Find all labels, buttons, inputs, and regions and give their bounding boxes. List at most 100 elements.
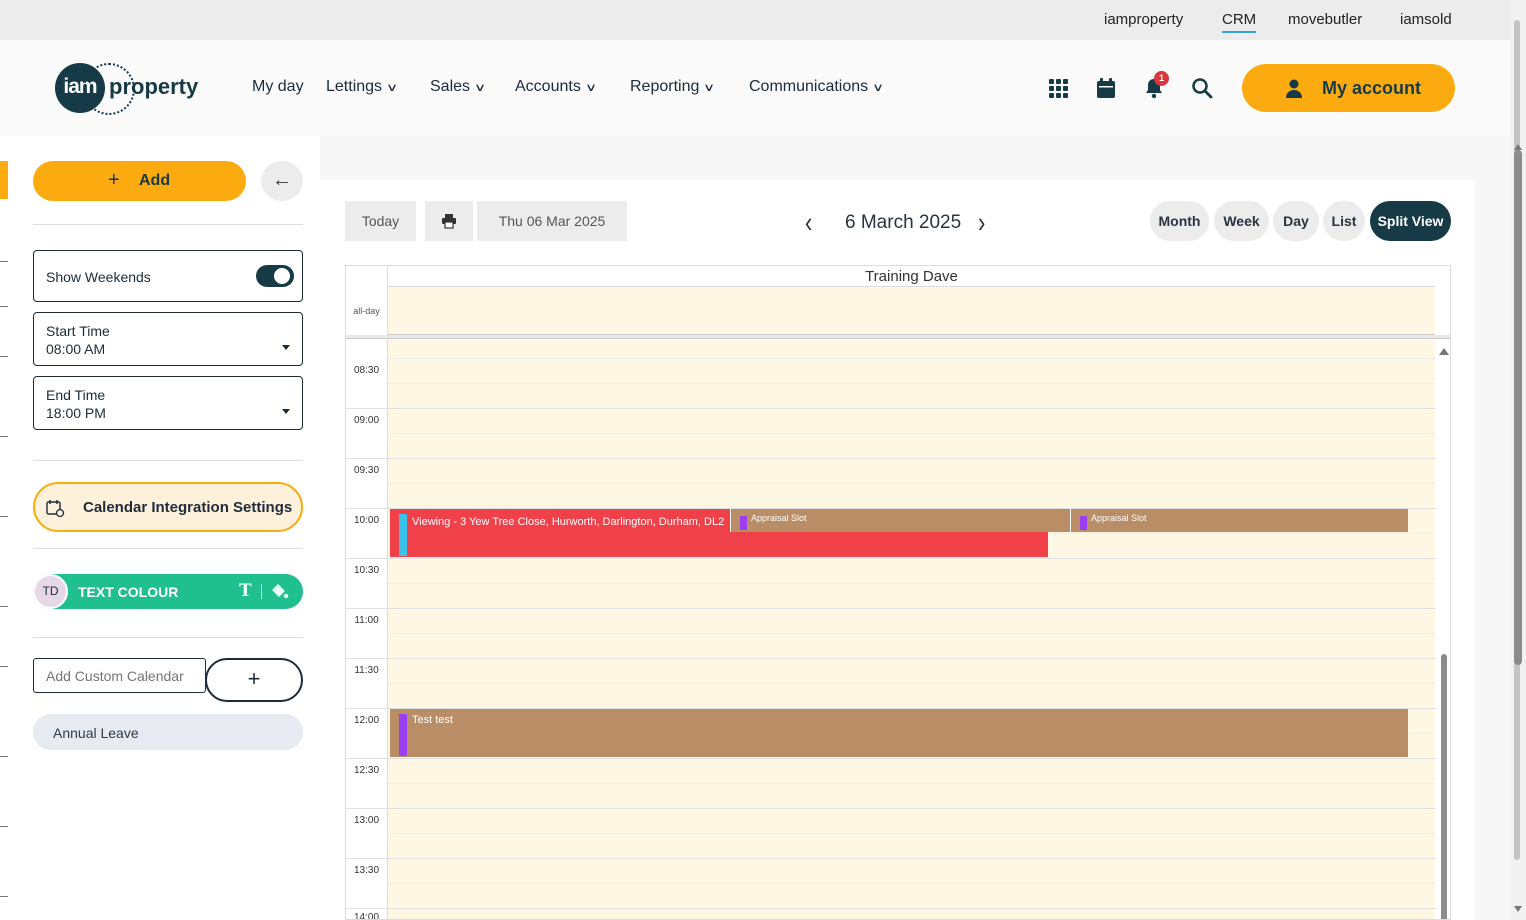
view-week-button[interactable]: Week xyxy=(1214,201,1269,241)
nav-lettings[interactable]: Lettings ∨ xyxy=(326,78,399,96)
page-scrollbar-thumb[interactable] xyxy=(1514,150,1522,665)
chevron-down-icon: ∨ xyxy=(584,82,597,94)
logo[interactable]: iam property xyxy=(55,63,205,115)
scroll-down-icon[interactable] xyxy=(1514,906,1522,912)
all-day-row[interactable] xyxy=(387,287,1435,335)
view-split-button[interactable]: Split View xyxy=(1370,201,1451,241)
annual-leave-chip[interactable]: Annual Leave xyxy=(33,714,303,750)
view-list-button[interactable]: List xyxy=(1323,201,1365,241)
paint-bucket-icon[interactable] xyxy=(269,582,289,600)
text-color-icon[interactable]: T xyxy=(239,581,252,601)
nav-lettings-label: Lettings xyxy=(326,78,383,95)
calendar-integration-button[interactable]: Calendar Integration Settings xyxy=(33,482,303,532)
user-calendar-chip[interactable]: TD TEXT COLOUR T xyxy=(33,574,303,609)
slot-line xyxy=(346,908,1450,909)
view-day-button[interactable]: Day xyxy=(1273,201,1319,241)
date-picker-field[interactable]: Thu 06 Mar 2025 xyxy=(477,201,627,241)
start-time-label: Start Time xyxy=(46,323,110,339)
prev-arrow-icon[interactable]: ‹ xyxy=(805,206,812,240)
slot-line xyxy=(387,683,1435,684)
back-arrow-button[interactable]: ← xyxy=(261,161,303,201)
nav-my-day[interactable]: My day xyxy=(252,78,304,96)
time-label: 12:00 xyxy=(353,715,380,726)
today-button[interactable]: Today xyxy=(345,201,416,241)
print-button[interactable] xyxy=(425,201,473,241)
link-movebutler[interactable]: movebutler xyxy=(1288,11,1362,28)
chevron-down-icon: ∨ xyxy=(386,82,399,94)
calendar-scrollbar-thumb[interactable] xyxy=(1441,654,1447,919)
main-header: iam property My day Lettings ∨ Sales ∨ Acc… xyxy=(0,40,1510,136)
view-month-button[interactable]: Month xyxy=(1150,201,1209,241)
start-time-select[interactable]: Start Time 08:00 AM xyxy=(33,312,303,366)
slot-line xyxy=(346,658,1450,659)
edge-line xyxy=(0,826,8,827)
end-time-select[interactable]: End Time 18:00 PM xyxy=(33,376,303,430)
divider xyxy=(33,224,303,225)
add-button-label: Add xyxy=(139,172,171,189)
divider xyxy=(33,460,303,461)
apps-grid-icon[interactable] xyxy=(1046,76,1070,100)
calendar-scrollbar[interactable] xyxy=(1436,340,1450,919)
calendar-integration-label: Calendar Integration Settings xyxy=(83,499,293,516)
time-label: 10:00 xyxy=(353,515,380,526)
event-test[interactable]: Test test xyxy=(390,709,1408,757)
search-icon[interactable] xyxy=(1190,76,1214,100)
slot-line xyxy=(346,408,1450,409)
edge-line xyxy=(0,606,8,607)
show-weekends-box: Show Weekends xyxy=(33,250,303,302)
show-weekends-toggle[interactable] xyxy=(256,265,294,287)
link-iamsold[interactable]: iamsold xyxy=(1400,11,1452,28)
divider xyxy=(33,548,303,549)
edge-line xyxy=(0,436,8,437)
event-appraisal-slot[interactable]: Appraisal Slot xyxy=(1070,509,1408,532)
add-custom-calendar-button[interactable]: + xyxy=(205,658,303,702)
event-color-bar xyxy=(399,514,407,556)
event-color-bar xyxy=(1080,516,1087,530)
event-color-bar xyxy=(399,714,407,756)
avatar: TD xyxy=(33,574,68,609)
event-title: Appraisal Slot xyxy=(1091,513,1147,523)
add-button[interactable]: + Add xyxy=(33,161,246,201)
time-label: 09:30 xyxy=(353,465,380,476)
slot-line xyxy=(387,583,1435,584)
nav-reporting[interactable]: Reporting ∨ xyxy=(630,78,716,96)
event-appraisal-slot[interactable]: Appraisal Slot xyxy=(730,509,1070,532)
link-crm[interactable]: CRM xyxy=(1222,11,1257,33)
edge-line xyxy=(0,356,8,357)
slot-line xyxy=(387,783,1435,784)
time-label: 10:30 xyxy=(353,565,380,576)
annual-leave-label: Annual Leave xyxy=(53,725,139,741)
resource-column-header: Training Dave xyxy=(387,266,1435,287)
user-icon xyxy=(1286,79,1302,98)
calendar-clock-icon xyxy=(46,500,65,518)
nav-accounts[interactable]: Accounts ∨ xyxy=(515,78,597,96)
page-scrollbar[interactable] xyxy=(1510,0,1526,920)
calendar-sidebar: + Add ← Show Weekends Start Time 08:00 A… xyxy=(8,136,320,920)
nav-communications[interactable]: Communications ∨ xyxy=(749,78,884,96)
nav-communications-label: Communications xyxy=(749,78,869,95)
event-title: Appraisal Slot xyxy=(751,513,807,523)
next-arrow-icon[interactable]: › xyxy=(978,206,985,240)
my-account-button[interactable]: My account xyxy=(1242,64,1455,112)
event-color-bar xyxy=(740,516,747,530)
edge-line xyxy=(0,896,8,897)
notification-badge: 1 xyxy=(1154,71,1169,86)
time-label: 08:30 xyxy=(353,365,380,376)
edge-line xyxy=(0,261,8,262)
arrow-left-icon: ← xyxy=(272,169,292,191)
collapsed-panel-edge xyxy=(0,136,8,920)
time-label: 14:00 xyxy=(353,912,380,920)
calendar-icon[interactable] xyxy=(1094,76,1118,100)
event-title: Test test xyxy=(412,714,453,726)
toggle-knob xyxy=(274,268,290,284)
nav-sales[interactable]: Sales ∨ xyxy=(430,78,486,96)
link-iamproperty[interactable]: iamproperty xyxy=(1104,11,1183,28)
time-label: 13:30 xyxy=(353,865,380,876)
slot-line xyxy=(387,383,1435,384)
slot-line xyxy=(346,858,1450,859)
calendar-date-title: 6 March 2025 xyxy=(845,212,962,233)
caret-down-icon xyxy=(282,409,290,414)
scroll-up-icon[interactable] xyxy=(1439,348,1449,355)
custom-calendar-input[interactable] xyxy=(33,658,206,693)
chevron-down-icon: ∨ xyxy=(703,82,716,94)
